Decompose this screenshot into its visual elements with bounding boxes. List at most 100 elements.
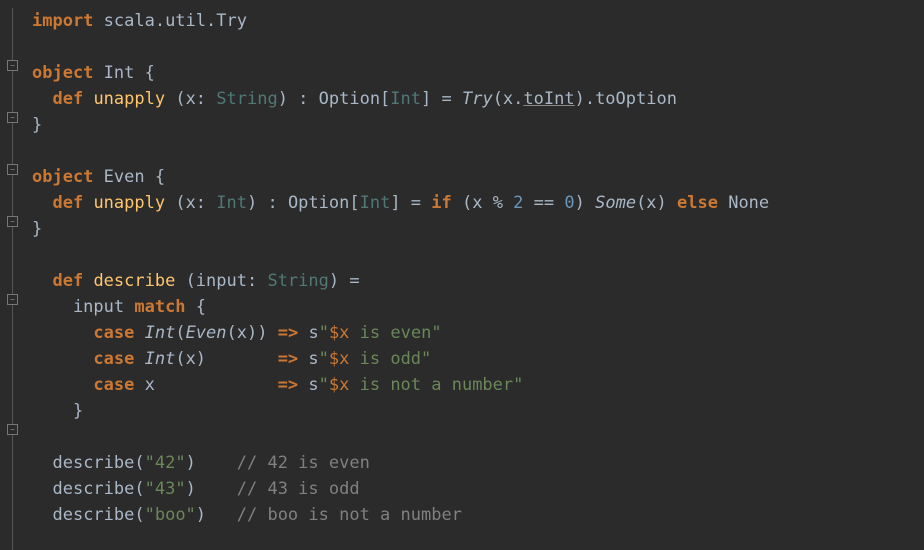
paren: (x: — [175, 89, 216, 109]
code-line: case Int(Even(x)) => s"$x is even" — [32, 323, 442, 343]
code-line: input match { — [32, 297, 206, 317]
call: describe( — [52, 453, 144, 473]
pattern: Even — [186, 323, 227, 343]
call: describe( — [52, 505, 144, 525]
paren: (input: — [186, 271, 268, 291]
string: " — [431, 323, 441, 343]
paren: ( — [175, 323, 185, 343]
brace: { — [155, 167, 165, 187]
brace: } — [32, 219, 42, 239]
interpolation: $x — [329, 375, 349, 395]
pattern: Int — [134, 323, 175, 343]
string: is even — [349, 323, 431, 343]
string: " — [513, 375, 523, 395]
code-line: } — [32, 401, 83, 421]
sig: ) : Option[ — [247, 193, 360, 213]
call: describe( — [52, 479, 144, 499]
string: is not a number — [349, 375, 513, 395]
code-area[interactable]: import scala.util.Try object Int { def u… — [24, 0, 769, 550]
type-int: Int — [390, 89, 421, 109]
keyword-match: match — [134, 297, 185, 317]
fold-line — [12, 8, 13, 550]
code-line: def unapply (x: String) : Option[Int] = … — [32, 89, 677, 109]
code-line: import scala.util.Try — [32, 11, 247, 31]
keyword-case: case — [93, 323, 134, 343]
toint-call: toInt — [523, 89, 574, 109]
object-name: Even — [93, 167, 154, 187]
object-name: Int — [93, 63, 144, 83]
expr: input — [32, 297, 134, 317]
arrow: => — [278, 349, 298, 369]
op: == — [523, 193, 564, 213]
fold-marker[interactable]: − — [7, 60, 18, 71]
arrow: => — [278, 323, 298, 343]
code-line: object Int { — [32, 63, 155, 83]
fold-marker[interactable]: − — [7, 164, 18, 175]
code-line: def describe (input: String) = — [32, 271, 360, 291]
method-name: describe — [83, 271, 185, 291]
arrow: => — [278, 375, 298, 395]
keyword-def: def — [52, 193, 83, 213]
code-editor[interactable]: − − − − − − import scala.util.Try object… — [0, 0, 924, 550]
brace: } — [32, 115, 42, 135]
sig: ] = — [421, 89, 462, 109]
code-line: case x => s"$x is not a number" — [32, 375, 523, 395]
paren: ) — [196, 505, 237, 525]
keyword-import: import — [32, 11, 93, 31]
comment: // 43 is odd — [237, 479, 360, 499]
fold-marker[interactable]: − — [7, 216, 18, 227]
string: "boo" — [145, 505, 196, 525]
string: is odd — [349, 349, 421, 369]
pattern: x — [134, 375, 277, 395]
keyword-object: object — [32, 167, 93, 187]
fold-marker[interactable]: − — [7, 112, 18, 123]
package-path: scala.util.Try — [93, 11, 247, 31]
sig: ) = — [329, 271, 360, 291]
keyword-if: if — [431, 193, 451, 213]
keyword-object: object — [32, 63, 93, 83]
paren: (x) — [175, 349, 277, 369]
keyword-case: case — [93, 349, 134, 369]
interpolation: $x — [329, 349, 349, 369]
expr: (x % — [452, 193, 513, 213]
sig: ) : Option[ — [278, 89, 391, 109]
paren: (x: — [175, 193, 216, 213]
code-line: describe("42") // 42 is even — [32, 453, 370, 473]
string: " — [319, 349, 329, 369]
gutter: − − − − − − — [0, 0, 24, 550]
call: (x. — [493, 89, 524, 109]
code-line: } — [32, 115, 42, 135]
fold-marker[interactable]: − — [7, 294, 18, 305]
string: "42" — [145, 453, 186, 473]
comment: // boo is not a number — [237, 505, 462, 525]
code-line: } — [32, 219, 42, 239]
type-int: Int — [360, 193, 391, 213]
keyword-def: def — [52, 89, 83, 109]
paren: ) — [186, 479, 237, 499]
string: "43" — [145, 479, 186, 499]
type-string: String — [216, 89, 277, 109]
brace: } — [32, 401, 83, 421]
code-line: describe("boo") // boo is not a number — [32, 505, 462, 525]
pattern: Int — [134, 349, 175, 369]
none: None — [718, 193, 769, 213]
brace: { — [145, 63, 155, 83]
string: " — [319, 323, 329, 343]
expr: ) — [575, 193, 595, 213]
number: 0 — [564, 193, 574, 213]
s-prefix: s — [298, 375, 318, 395]
keyword-else: else — [677, 193, 718, 213]
interpolation: $x — [329, 323, 349, 343]
s-prefix: s — [298, 349, 318, 369]
fold-marker[interactable]: − — [7, 424, 18, 435]
sig: ] = — [390, 193, 431, 213]
code-line: describe("43") // 43 is odd — [32, 479, 360, 499]
type-int: Int — [216, 193, 247, 213]
type-string: String — [267, 271, 328, 291]
method-name: unapply — [83, 193, 175, 213]
keyword-def: def — [52, 271, 83, 291]
comment: // 42 is even — [237, 453, 370, 473]
string: " — [319, 375, 329, 395]
try-call: Try — [462, 89, 493, 109]
method-name: unapply — [83, 89, 175, 109]
